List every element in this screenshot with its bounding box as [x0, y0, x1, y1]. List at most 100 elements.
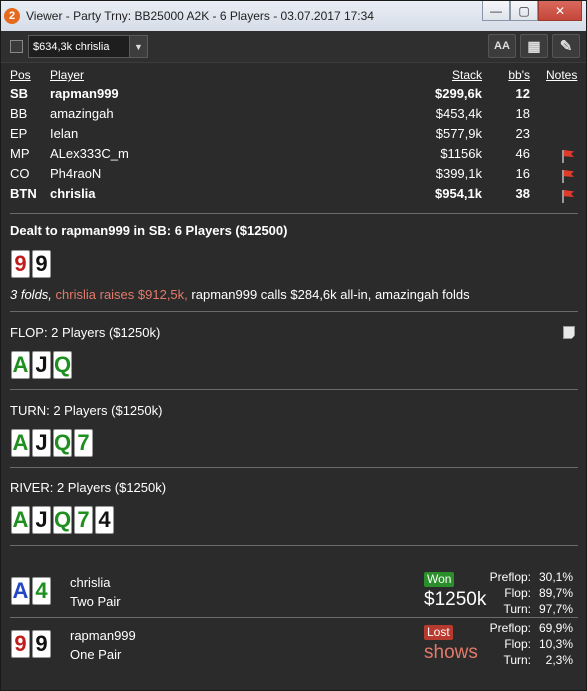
player-stack: $954,1k — [435, 186, 482, 201]
player-row[interactable]: EP Ielan $577,9k 23 — [1, 126, 586, 146]
player-stack: $299,6k — [435, 86, 482, 101]
result-hand: One Pair — [70, 647, 122, 662]
equity-value: 30,1% — [538, 570, 573, 584]
equity-label: Preflop: — [489, 570, 531, 584]
player-name: Ph4raoN — [50, 166, 102, 181]
player-stack: $399,1k — [435, 166, 482, 181]
shows-label: shows — [424, 642, 478, 663]
player-row[interactable]: SB rapman999 $299,6k 12 — [1, 86, 586, 106]
equity-label: Turn: — [503, 602, 531, 616]
note-icon[interactable] — [563, 326, 575, 339]
player-pos: MP — [10, 146, 30, 161]
lost-badge: Lost — [424, 625, 453, 640]
action-folds: 3 folds, — [10, 287, 52, 302]
player-bbs: 38 — [515, 186, 530, 201]
section-divider — [10, 545, 578, 546]
players-table-header: Pos Player Stack bb's Notes — [1, 68, 586, 88]
player-name: ALex333C_m — [50, 146, 129, 161]
river-title: RIVER: 2 Players ($1250k) — [10, 480, 167, 495]
section-divider — [10, 311, 578, 312]
card: A — [11, 506, 30, 534]
font-size-button[interactable]: AA — [488, 34, 516, 58]
equity-value: 2,3% — [545, 653, 573, 667]
player-pos: SB — [10, 86, 29, 101]
result-player-name: chrislia — [70, 575, 111, 590]
player-name: rapman999 — [50, 86, 119, 101]
player-name: Ielan — [50, 126, 79, 141]
player-pos: EP — [10, 126, 28, 141]
player-row[interactable]: CO Ph4raoN $399,1k 16 — [1, 166, 586, 186]
section-divider — [10, 389, 578, 390]
equity-value: 69,9% — [538, 621, 573, 635]
action-raise: chrislia raises $912,5k, — [55, 287, 188, 302]
equity-label: Turn: — [503, 653, 531, 667]
player-pos: BB — [10, 106, 28, 121]
action-rest: rapman999 calls $284,6k all-in, amazinga… — [191, 287, 470, 302]
header-pos[interactable]: Pos — [10, 68, 31, 82]
won-badge: Won — [424, 572, 455, 587]
header-notes[interactable]: Notes — [546, 68, 577, 82]
card: 9 — [11, 630, 30, 658]
result-hand: Two Pair — [70, 594, 121, 609]
maximize-button[interactable]: ▢ — [510, 1, 538, 21]
card: 7 — [74, 429, 93, 457]
player-pos: BTN — [10, 186, 37, 201]
note-flag-icon[interactable] — [561, 169, 575, 183]
title-bar[interactable]: 2 Viewer - Party Trny: BB25000 A2K - 6 P… — [1, 1, 586, 31]
card: A — [11, 351, 30, 379]
note-flag-icon[interactable] — [561, 189, 575, 203]
equity-value: 97,7% — [538, 602, 573, 616]
card: A — [11, 429, 30, 457]
player-select[interactable]: $634,3k chrislia ▼ — [28, 35, 148, 58]
card: Q — [53, 429, 72, 457]
card: 9 — [11, 250, 30, 278]
card: 4 — [32, 577, 51, 605]
player-stack: $453,4k — [435, 106, 482, 121]
player-bbs: 12 — [515, 86, 530, 101]
preflop-actions: 3 folds, chrislia raises $912,5k, rapman… — [10, 287, 470, 302]
card: 7 — [74, 506, 93, 534]
showdown-cards: A 4 — [11, 577, 51, 605]
equity-value: 89,7% — [538, 586, 573, 600]
equity-label: Flop: — [504, 637, 531, 651]
header-player[interactable]: Player — [50, 68, 84, 82]
flop-title: FLOP: 2 Players ($1250k) — [10, 325, 161, 340]
player-name: amazingah — [50, 106, 114, 121]
player-stack: $577,9k — [435, 126, 482, 141]
hero-checkbox[interactable] — [10, 40, 23, 53]
card: 9 — [32, 630, 51, 658]
edit-icon[interactable]: ✎ — [552, 34, 580, 58]
section-divider — [10, 617, 578, 618]
header-bbs[interactable]: bb's — [508, 68, 530, 82]
player-pos: CO — [10, 166, 30, 181]
toolbar: $634,3k chrislia ▼ AA ▦ ✎ — [1, 31, 586, 63]
chevron-down-icon[interactable]: ▼ — [129, 36, 147, 57]
player-row[interactable]: BB amazingah $453,4k 18 — [1, 106, 586, 126]
card: A — [11, 577, 30, 605]
player-bbs: 18 — [515, 106, 530, 121]
card: J — [32, 351, 51, 379]
turn-cards: A J Q 7 — [11, 429, 93, 457]
equity-value: 10,3% — [538, 637, 573, 651]
header-stack[interactable]: Stack — [452, 68, 482, 82]
hole-cards: 9 9 — [11, 250, 51, 278]
card: 4 — [95, 506, 114, 534]
section-divider — [10, 467, 578, 468]
equity-label: Flop: — [504, 586, 531, 600]
window-controls: — ▢ ✕ — [482, 1, 582, 21]
grid-icon[interactable]: ▦ — [520, 34, 548, 58]
close-button[interactable]: ✕ — [538, 1, 582, 21]
player-name: chrislia — [50, 186, 96, 201]
section-divider — [10, 213, 578, 214]
flop-cards: A J Q — [11, 351, 72, 379]
card: J — [32, 506, 51, 534]
minimize-button[interactable]: — — [482, 1, 510, 21]
card: Q — [53, 351, 72, 379]
card: J — [32, 429, 51, 457]
note-flag-icon[interactable] — [561, 149, 575, 163]
player-row[interactable]: BTN chrislia $954,1k 38 — [1, 186, 586, 206]
river-cards: A J Q 7 4 — [11, 506, 114, 534]
player-bbs: 16 — [515, 166, 530, 181]
app-icon: 2 — [4, 8, 20, 24]
player-row[interactable]: MP ALex333C_m $1156k 46 — [1, 146, 586, 166]
